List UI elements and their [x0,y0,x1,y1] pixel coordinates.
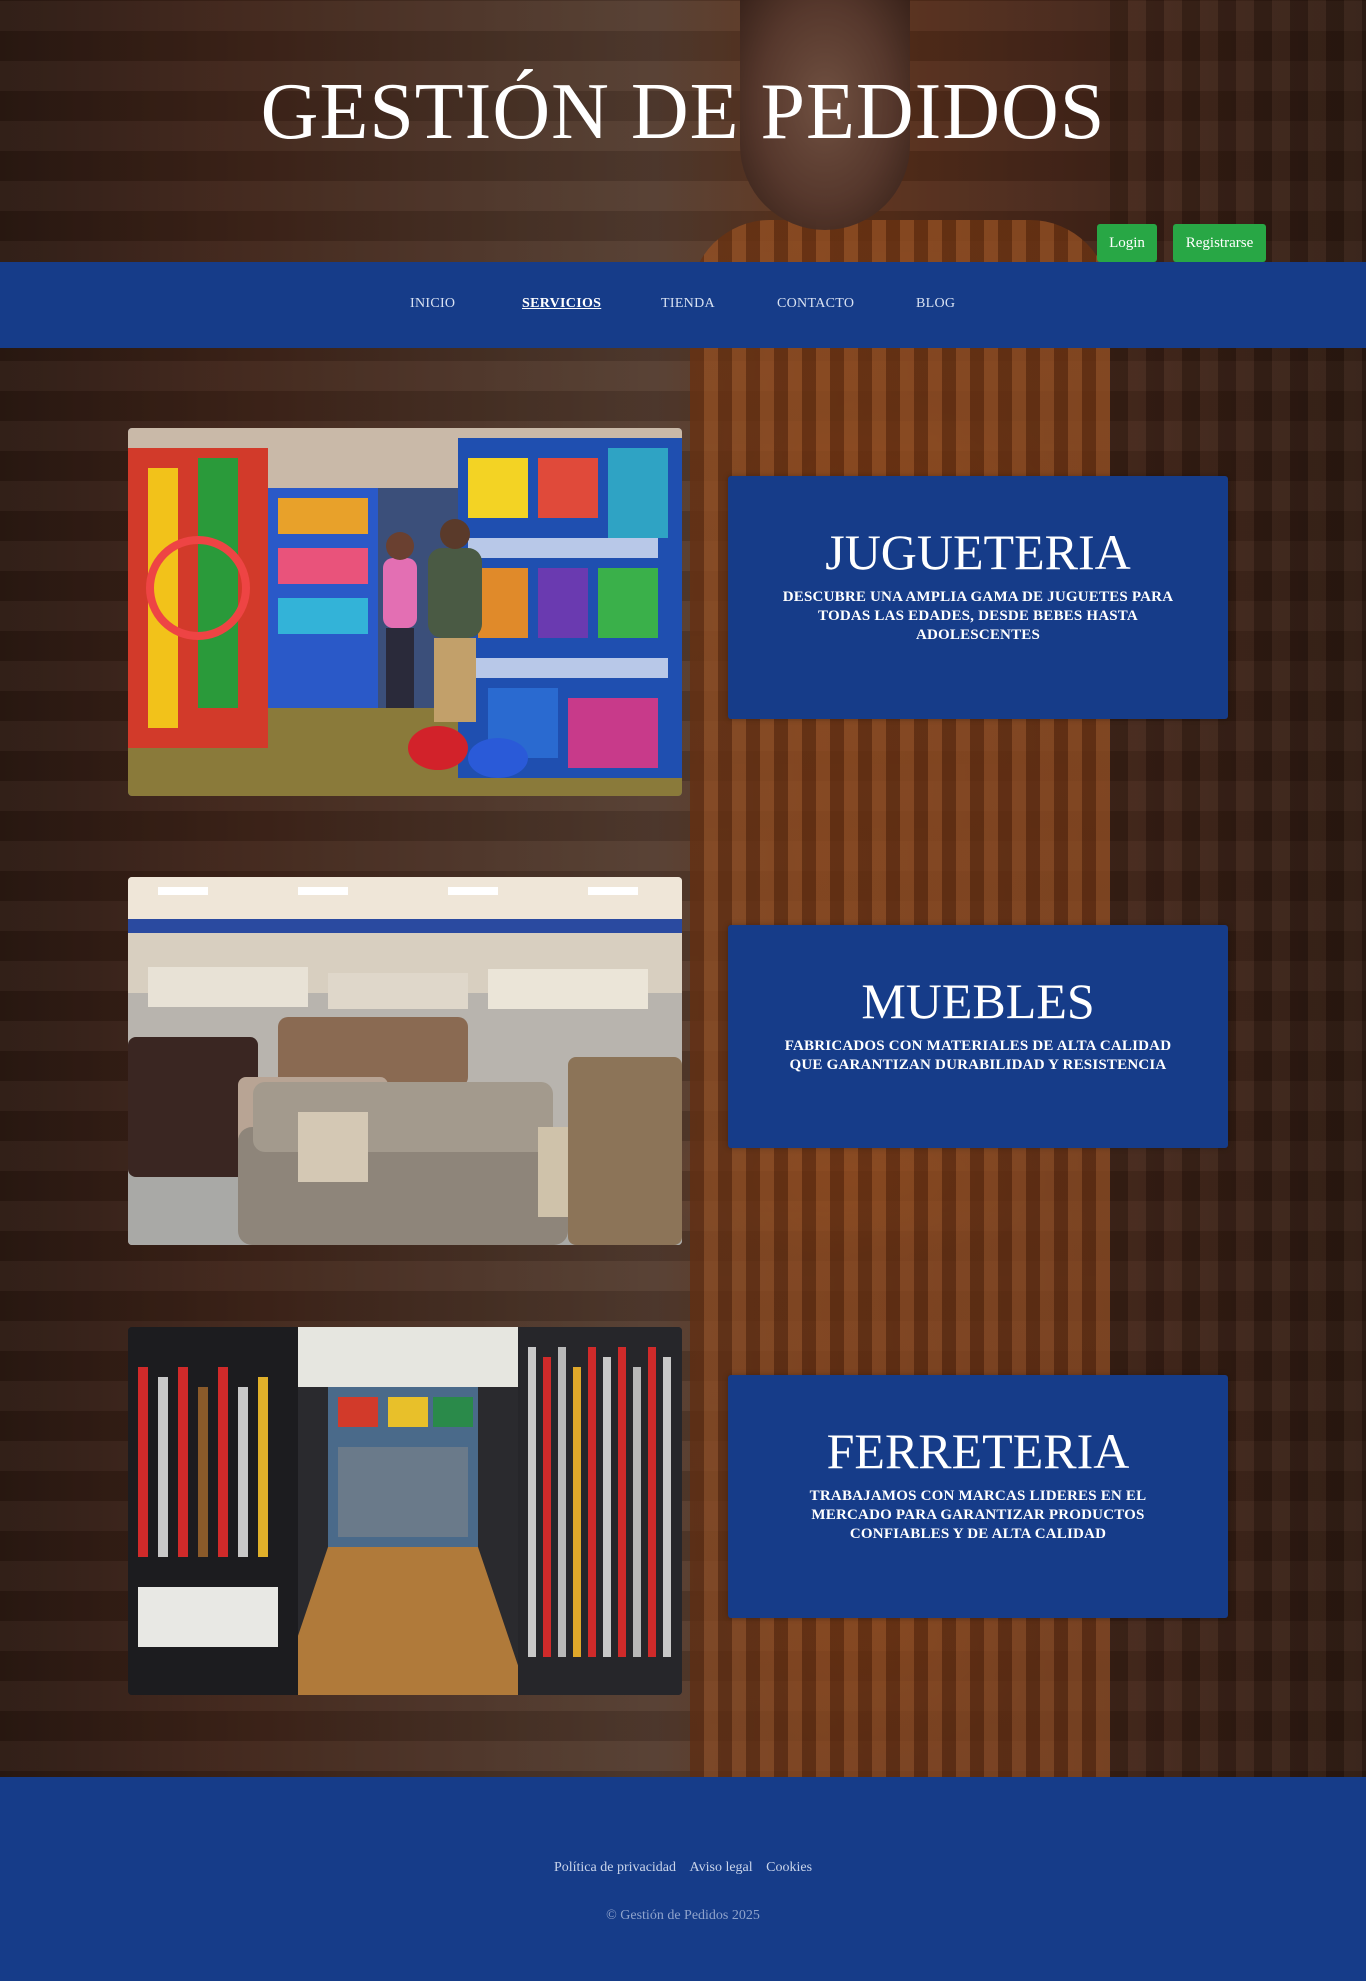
footer-link-privacy[interactable]: Política de privacidad [554,1860,676,1875]
nav-item-tienda[interactable]: TIENDA [661,296,715,312]
service-card-muebles: MUEBLES FABRICADOS CON MATERIALES DE ALT… [728,925,1228,1148]
site-footer: Política de privacidad Aviso legal Cooki… [0,1777,1366,1981]
main-nav: INICIO SERVICIOS TIENDA CONTACTO BLOG [0,262,1366,348]
service-description: FABRICADOS CON MATERIALES DE ALTA CALIDA… [784,1038,1172,1073]
site-header: GESTIÓN DE PEDIDOS Login Registrarse [0,0,1366,262]
hardware-store-photo [128,1327,682,1695]
service-title: JUGUETERIA [825,524,1131,580]
service-description: DESCUBRE UNA AMPLIA GAMA DE JUGUETES PAR… [782,589,1174,643]
register-button[interactable]: Registrarse [1173,224,1266,262]
service-card-jugueteria: JUGUETERIA DESCUBRE UNA AMPLIA GAMA DE J… [728,476,1228,719]
nav-item-blog[interactable]: BLOG [916,296,955,312]
toy-store-photo [128,428,682,796]
nav-item-contacto[interactable]: CONTACTO [777,296,854,312]
service-title: FERRETERIA [826,1423,1130,1479]
furniture-showroom-photo [128,877,682,1245]
service-description: TRABAJAMOS CON MARCAS LIDERES EN EL MERC… [809,1488,1147,1542]
site-title: GESTIÓN DE PEDIDOS [260,68,1106,156]
nav-item-servicios[interactable]: SERVICIOS [522,296,601,312]
login-button[interactable]: Login [1097,224,1157,262]
footer-links: Política de privacidad Aviso legal Cooki… [0,1860,1366,1876]
footer-link-legal[interactable]: Aviso legal [690,1860,753,1875]
nav-list: INICIO SERVICIOS TIENDA CONTACTO BLOG [0,262,1366,348]
footer-link-cookies[interactable]: Cookies [766,1860,812,1875]
service-card-ferreteria: FERRETERIA TRABAJAMOS CON MARCAS LIDERES… [728,1375,1228,1618]
nav-item-inicio[interactable]: INICIO [410,296,455,312]
copyright: © Gestión de Pedidos 2025 [606,1908,760,1923]
service-title: MUEBLES [861,973,1095,1029]
